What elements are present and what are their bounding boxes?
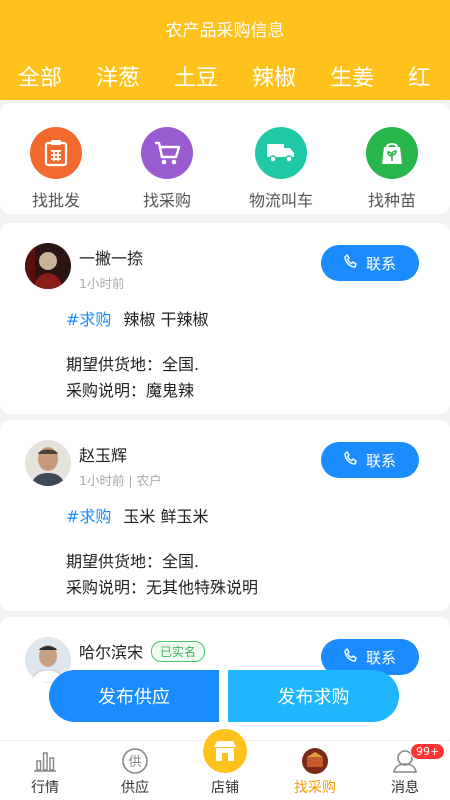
header: 农产品采购信息 全部 洋葱 土豆 辣椒 生姜 红 — [0, 0, 450, 100]
supply-location: 期望供货地：全国. — [66, 355, 200, 374]
supply-location: 期望供货地：全国. — [66, 552, 200, 571]
tab-all[interactable]: 全部 — [18, 60, 62, 92]
publish-supply-button[interactable]: 发布供应 — [49, 670, 219, 722]
quick-label: 找种苗 — [367, 191, 416, 210]
category-tabs: 全部 洋葱 土豆 辣椒 生姜 红 — [18, 60, 450, 92]
tab-label: 消息 — [391, 780, 419, 796]
phone-icon — [344, 450, 358, 469]
user-name: 哈尔滨宋 已实名 — [79, 639, 206, 663]
product-names: 玉米 鲜玉米 — [123, 507, 209, 526]
quick-label: 物流叫车 — [248, 191, 313, 210]
user-name[interactable]: 赵玉辉 — [79, 442, 127, 466]
tab-label: 找采购 — [294, 780, 336, 796]
tab-chili[interactable]: 辣椒 — [252, 60, 296, 92]
tab-market[interactable]: 行情 — [0, 741, 90, 800]
purchase-tag[interactable]: #求购 — [66, 507, 111, 526]
purchase-post[interactable]: 一撇一捺 1小时前 联系 #求购 辣椒 干辣椒 期望供货地：全国. 采购说明：魔鬼… — [0, 223, 450, 414]
purchase-tag[interactable]: #求购 — [66, 310, 111, 329]
tab-label: 供应 — [121, 780, 149, 796]
logistics-button[interactable]: 物流叫车 — [236, 127, 326, 211]
publish-purchase-button[interactable]: 发布求购 — [228, 670, 399, 722]
avatar[interactable] — [25, 243, 71, 289]
user-name[interactable]: 一撇一捺 — [79, 245, 143, 269]
product-names: 辣椒 干辣椒 — [123, 310, 209, 329]
tab-onion[interactable]: 洋葱 — [96, 60, 140, 92]
svg-text:供: 供 — [128, 755, 141, 770]
contact-label: 联系 — [365, 451, 396, 470]
seedling-bag-icon — [366, 127, 418, 179]
contact-button[interactable]: 联系 — [321, 245, 419, 281]
verified-badge: 已实名 — [151, 641, 206, 662]
tab-red[interactable]: 红 — [408, 60, 430, 92]
wholesale-list-icon — [30, 127, 82, 179]
find-purchase-button[interactable]: 找采购 — [122, 127, 212, 211]
quick-actions: 找批发 找采购 物流叫车 找种苗 — [0, 103, 450, 214]
tab-label: 行情 — [31, 780, 59, 796]
phone-icon — [344, 253, 358, 272]
purchase-post[interactable]: 赵玉辉 1小时前 | 农户 联系 #求购 玉米 鲜玉米 期望供货地：全国. 采购说… — [0, 420, 450, 611]
shopping-cart-icon — [141, 127, 193, 179]
tab-potato[interactable]: 土豆 — [174, 60, 218, 92]
tab-label: 店铺 — [211, 780, 239, 796]
post-time: 1小时前 | 农户 — [79, 473, 162, 488]
truck-icon — [255, 127, 307, 179]
contact-button[interactable]: 联系 — [321, 442, 419, 478]
avatar[interactable] — [25, 440, 71, 486]
bottom-tab-bar: 行情 供 供应 店铺 找采购 99+ 消息 — [0, 729, 450, 800]
tab-supply[interactable]: 供 供应 — [90, 741, 180, 800]
avatar-icon — [300, 747, 330, 775]
supply-circle-icon: 供 — [120, 747, 150, 775]
quick-label: 找批发 — [31, 191, 80, 210]
purchase-note: 采购说明：无其他特殊说明 — [66, 578, 259, 597]
find-wholesale-button[interactable]: 找批发 — [11, 127, 101, 211]
contact-label: 联系 — [365, 648, 396, 667]
find-seedling-button[interactable]: 找种苗 — [347, 127, 437, 211]
phone-icon — [344, 647, 358, 666]
unread-badge: 99+ — [410, 743, 446, 760]
purchase-note: 采购说明：魔鬼辣 — [66, 381, 195, 400]
shop-icon — [203, 729, 247, 773]
post-time: 1小时前 — [79, 276, 125, 291]
page-title: 农产品采购信息 — [165, 21, 285, 41]
tab-find-purchase[interactable]: 找采购 — [270, 741, 360, 800]
user-name-text[interactable]: 哈尔滨宋 — [79, 643, 143, 662]
tab-messages[interactable]: 99+ 消息 — [360, 741, 450, 800]
contact-label: 联系 — [365, 254, 396, 273]
tab-ginger[interactable]: 生姜 — [330, 60, 374, 92]
product-line: #求购 辣椒 干辣椒 — [66, 306, 209, 330]
product-line: #求购 玉米 鲜玉米 — [66, 503, 209, 527]
bar-chart-icon — [30, 747, 60, 775]
quick-label: 找采购 — [142, 191, 191, 210]
tab-shop[interactable]: 店铺 — [180, 729, 270, 800]
